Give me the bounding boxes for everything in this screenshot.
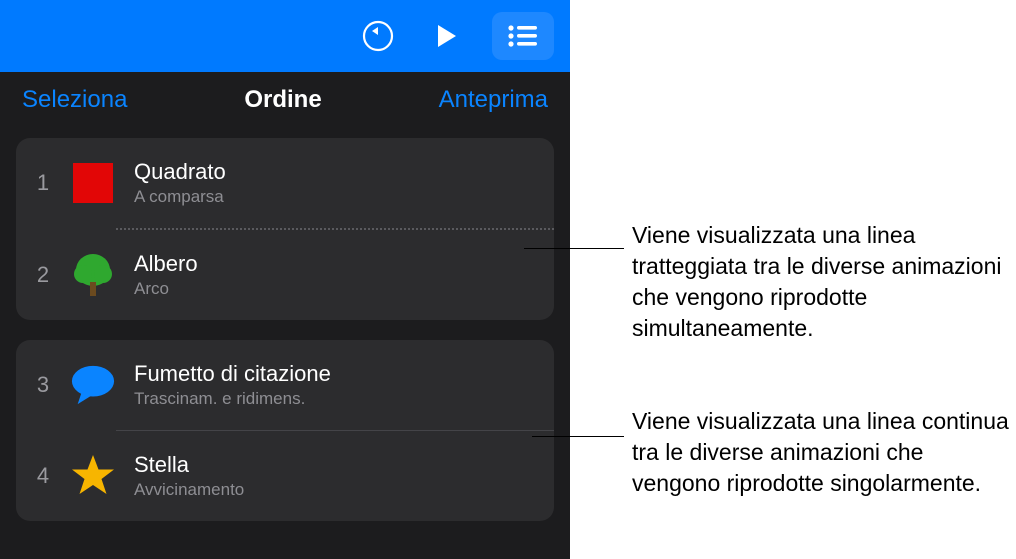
row-subtitle: Arco xyxy=(134,279,198,299)
row-text: Stella Avvicinamento xyxy=(134,452,244,500)
top-toolbar xyxy=(0,0,570,72)
animation-group: 1 Quadrato A comparsa 2 xyxy=(16,138,554,320)
list-item[interactable]: 1 Quadrato A comparsa xyxy=(16,138,554,228)
row-subtitle: A comparsa xyxy=(134,187,226,207)
callout-line xyxy=(532,436,624,437)
play-icon[interactable] xyxy=(424,14,468,58)
row-text: Quadrato A comparsa xyxy=(134,159,226,207)
segment-bar: Seleziona Ordine Anteprima xyxy=(0,72,570,122)
square-icon xyxy=(70,160,116,206)
row-title: Fumetto di citazione xyxy=(134,361,331,387)
row-subtitle: Trascinam. e ridimens. xyxy=(134,389,331,409)
tree-icon xyxy=(70,252,116,298)
callout-line xyxy=(524,248,624,249)
callout-dotted: Viene visualizzata una linea tratteggiat… xyxy=(632,220,1012,344)
row-number: 4 xyxy=(34,463,52,489)
list-item[interactable]: 4 Stella Avvicinamento xyxy=(16,431,554,521)
animation-order-panel: Seleziona Ordine Anteprima 1 Quadrato A … xyxy=(0,0,570,559)
row-subtitle: Avvicinamento xyxy=(134,480,244,500)
list-item[interactable]: 3 Fumetto di citazione Trascinam. e ridi… xyxy=(16,340,554,430)
animation-group: 3 Fumetto di citazione Trascinam. e ridi… xyxy=(16,340,554,521)
animation-list: 1 Quadrato A comparsa 2 xyxy=(0,122,570,521)
bubble-icon xyxy=(70,362,116,408)
annotation-layer: Viene visualizzata una linea tratteggiat… xyxy=(570,0,1016,559)
tab-order[interactable]: Ordine xyxy=(244,86,321,114)
row-number: 1 xyxy=(34,170,52,196)
row-number: 3 xyxy=(34,372,52,398)
undo-icon[interactable] xyxy=(356,14,400,58)
row-title: Albero xyxy=(134,251,198,277)
callout-solid: Viene visualizzata una linea continua tr… xyxy=(632,406,1012,499)
row-title: Quadrato xyxy=(134,159,226,185)
tab-preview[interactable]: Anteprima xyxy=(439,86,548,114)
row-number: 2 xyxy=(34,262,52,288)
list-item[interactable]: 2 Albero Arco xyxy=(16,230,554,320)
row-text: Fumetto di citazione Trascinam. e ridime… xyxy=(134,361,331,409)
tab-select[interactable]: Seleziona xyxy=(22,86,127,114)
row-text: Albero Arco xyxy=(134,251,198,299)
star-icon xyxy=(70,453,116,499)
row-title: Stella xyxy=(134,452,244,478)
build-order-icon[interactable] xyxy=(492,12,554,60)
